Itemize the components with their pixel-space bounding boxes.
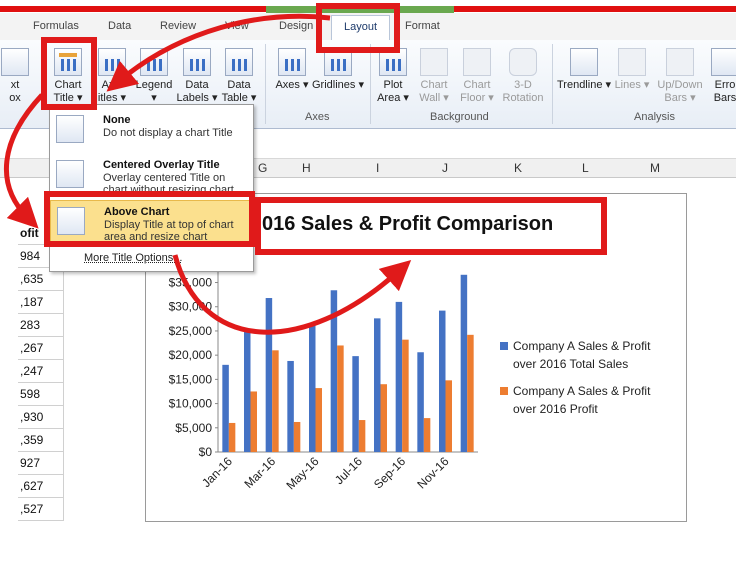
arrow-to-chart-title-button [118, 16, 330, 82]
arrow-to-above-chart [6, 95, 42, 218]
arrow-to-chart-title [175, 255, 400, 332]
annotation-arrows [0, 0, 736, 562]
